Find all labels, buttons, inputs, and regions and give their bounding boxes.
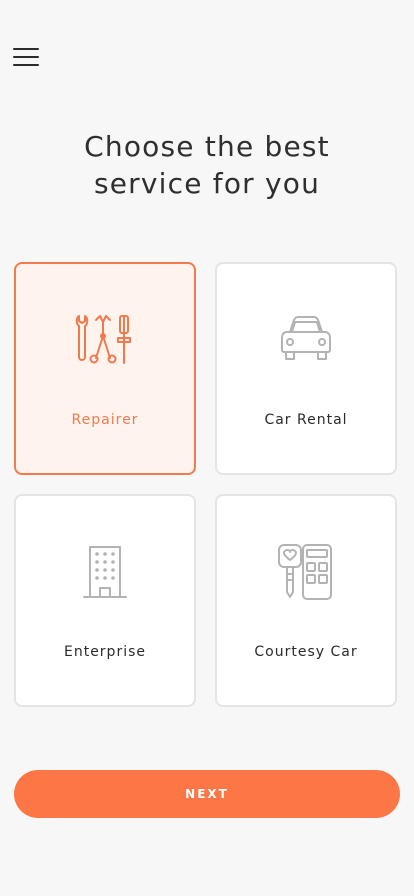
building-icon (73, 540, 137, 604)
menu-line (13, 48, 39, 50)
page-title: Choose the best service for you (0, 128, 414, 202)
page-title-line-2: service for you (93, 167, 321, 200)
service-label: Enterprise (63, 644, 147, 660)
service-card-courtesy-car[interactable]: Courtesy Car (215, 494, 397, 707)
tools-icon (73, 308, 137, 372)
service-label: Courtesy Car (254, 644, 358, 660)
car-icon (274, 308, 338, 372)
service-card-enterprise[interactable]: Enterprise (14, 494, 196, 707)
service-label: Repairer (71, 412, 139, 428)
menu-line (13, 64, 39, 66)
hamburger-menu-icon[interactable] (10, 44, 42, 70)
service-card-car-rental[interactable]: Car Rental (215, 262, 397, 475)
page-title-line-1: Choose the best (84, 130, 330, 163)
next-button[interactable]: NEXT (14, 770, 400, 818)
service-card-repairer[interactable]: Repairer (14, 262, 196, 475)
car-key-icon (274, 540, 338, 604)
menu-line (13, 56, 39, 58)
service-label: Car Rental (264, 412, 348, 428)
